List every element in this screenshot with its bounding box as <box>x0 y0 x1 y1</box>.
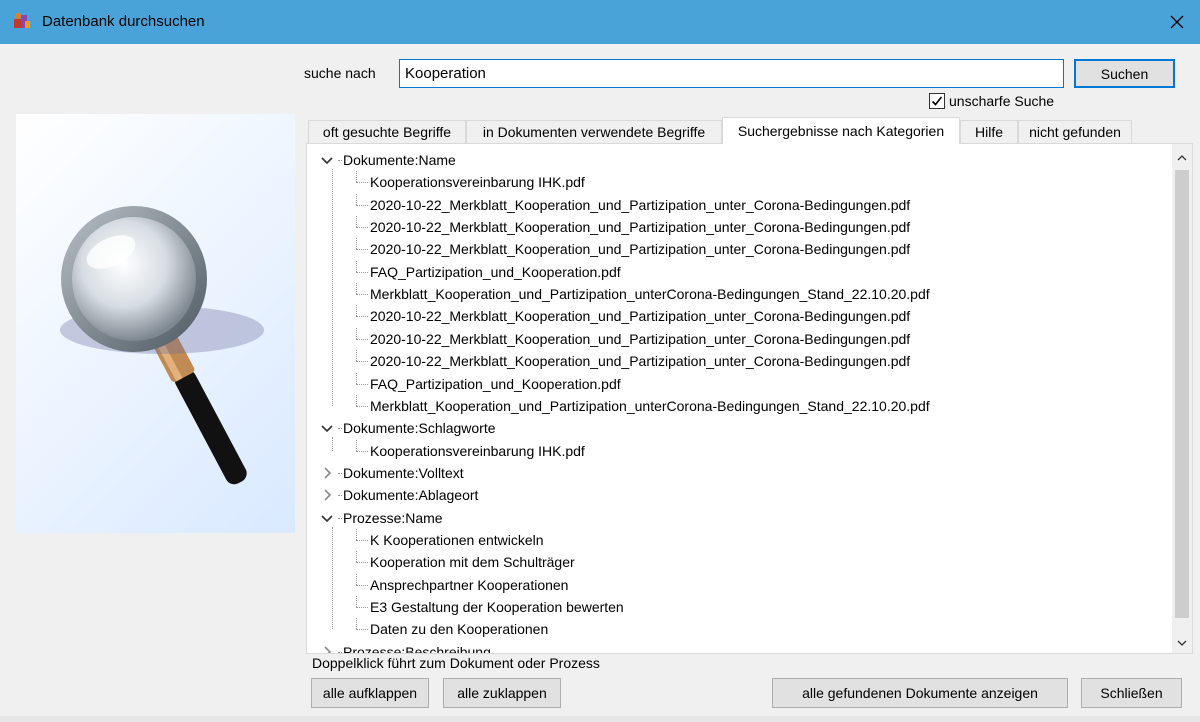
tree-category-label: Dokumente:Ablageort <box>343 487 479 504</box>
tree-result-item[interactable]: FAQ_Partizipation_und_Kooperation.pdf <box>307 372 1167 395</box>
tree-result-label: Kooperation mit dem Schulträger <box>370 554 575 571</box>
tree-category[interactable]: Prozesse:Beschreibung <box>307 641 1167 654</box>
fuzzy-search-label: unscharfe Suche <box>949 93 1055 109</box>
tab-frequent-terms[interactable]: oft gesuchte Begriffe <box>308 120 466 143</box>
title-bar: Datenbank durchsuchen <box>0 0 1200 44</box>
tree-category-label: Dokumente:Schlagworte <box>343 420 496 437</box>
search-label: suche nach <box>304 65 376 81</box>
tree-result-label: Merkblatt_Kooperation_und_Partizipation_… <box>370 286 930 303</box>
tree-category[interactable]: Dokumente:Name <box>307 149 1167 171</box>
tree-result-item[interactable]: 2020-10-22_Merkblatt_Kooperation_und_Par… <box>307 327 1167 350</box>
tab-document-terms[interactable]: in Dokumenten verwendete Begriffe <box>466 120 722 143</box>
app-icon <box>14 13 30 28</box>
tab-help[interactable]: Hilfe <box>960 120 1018 143</box>
scroll-down-button[interactable] <box>1172 633 1192 653</box>
search-illustration-panel <box>16 114 295 533</box>
tree-result-label: FAQ_Partizipation_und_Kooperation.pdf <box>370 375 621 392</box>
chevron-right-icon[interactable] <box>319 644 335 654</box>
tab-results-by-category[interactable]: Suchergebnisse nach Kategorien <box>722 117 960 144</box>
search-input[interactable] <box>399 59 1064 88</box>
tree-result-label: 2020-10-22_Merkblatt_Kooperation_und_Par… <box>370 353 911 370</box>
tree-result-label: E3 Gestaltung der Kooperation bewerten <box>370 599 624 615</box>
tree-result-item[interactable]: Daten zu den Kooperationen <box>307 618 1167 640</box>
double-click-hint: Doppelklick führt zum Dokument oder Proz… <box>312 655 600 671</box>
tree-result-item[interactable]: 2020-10-22_Merkblatt_Kooperation_und_Par… <box>307 305 1167 327</box>
tree-result-label: 2020-10-22_Merkblatt_Kooperation_und_Par… <box>370 241 911 258</box>
tree-result-item[interactable]: 2020-10-22_Merkblatt_Kooperation_und_Par… <box>307 350 1167 372</box>
tree-result-label: 2020-10-22_Merkblatt_Kooperation_und_Par… <box>370 330 911 347</box>
tree-category[interactable]: Prozesse:Name <box>307 507 1167 529</box>
tree-result-item[interactable]: 2020-10-22_Merkblatt_Kooperation_und_Par… <box>307 193 1167 216</box>
tree-category-label: Prozesse:Beschreibung <box>343 643 491 654</box>
tree-result-label: Daten zu den Kooperationen <box>370 621 549 638</box>
chevron-down-icon[interactable] <box>319 510 335 526</box>
tree-category-label: Prozesse:Name <box>343 509 443 526</box>
chevron-right-icon[interactable] <box>319 465 335 481</box>
tree-result-label: Kooperationsvereinbarung IHK.pdf <box>370 442 585 459</box>
tree-result-label: Ansprechpartner Kooperationen <box>370 576 569 593</box>
tree-result-item[interactable]: Merkblatt_Kooperation_und_Partizipation_… <box>307 283 1167 305</box>
tree-result-item[interactable]: 2020-10-22_Merkblatt_Kooperation_und_Par… <box>307 216 1167 238</box>
tree-result-item[interactable]: 2020-10-22_Merkblatt_Kooperation_und_Par… <box>307 238 1167 260</box>
tree-category-label: Dokumente:Name <box>343 152 456 168</box>
tree-result-label: 2020-10-22_Merkblatt_Kooperation_und_Par… <box>370 308 911 325</box>
tree-result-label: 2020-10-22_Merkblatt_Kooperation_und_Par… <box>370 196 911 213</box>
chevron-down-icon[interactable] <box>319 152 335 168</box>
tree-result-label: K Kooperationen entwickeln <box>370 531 544 548</box>
results-tree[interactable]: Dokumente:Name Kooperationsvereinbarung I… <box>306 143 1193 654</box>
tree-result-label: FAQ_Partizipation_und_Kooperation.pdf <box>370 263 621 280</box>
expand-all-button[interactable]: alle aufklappen <box>311 678 429 708</box>
collapse-all-button[interactable]: alle zuklappen <box>443 678 561 708</box>
scroll-up-button[interactable] <box>1172 148 1192 168</box>
chevron-down-icon <box>1177 640 1187 646</box>
tree-result-label: Merkblatt_Kooperation_und_Partizipation_… <box>370 397 930 414</box>
tree-result-item[interactable]: FAQ_Partizipation_und_Kooperation.pdf <box>307 260 1167 283</box>
fuzzy-search-option[interactable]: unscharfe Suche <box>929 93 1054 109</box>
tree-category[interactable]: Dokumente:Ablageort <box>307 484 1167 506</box>
tab-not-found[interactable]: nicht gefunden <box>1018 120 1132 143</box>
show-all-documents-button[interactable]: alle gefundenen Dokumente anzeigen <box>772 678 1068 708</box>
tree-category[interactable]: Dokumente:Volltext <box>307 462 1167 484</box>
tree-result-item[interactable]: Merkblatt_Kooperation_und_Partizipation_… <box>307 394 1167 417</box>
tree-result-item[interactable]: K Kooperationen entwickeln <box>307 528 1167 551</box>
checkmark-icon <box>931 96 943 106</box>
scroll-thumb[interactable] <box>1175 170 1189 618</box>
window-title: Datenbank durchsuchen <box>42 13 205 30</box>
tree-result-item[interactable]: Kooperation mit dem Schulträger <box>307 551 1167 573</box>
tree-result-item[interactable]: Ansprechpartner Kooperationen <box>307 573 1167 596</box>
tree-result-label: Kooperationsvereinbarung IHK.pdf <box>370 174 585 191</box>
fuzzy-search-checkbox[interactable] <box>929 93 945 109</box>
chevron-down-icon[interactable] <box>319 420 335 436</box>
tree-category-label: Dokumente:Volltext <box>343 464 464 481</box>
close-button[interactable]: Schließen <box>1081 678 1182 708</box>
magnifying-glass-icon <box>60 206 264 485</box>
bottom-edge <box>0 716 1200 722</box>
search-button[interactable]: Suchen <box>1074 59 1175 88</box>
close-icon <box>1170 15 1184 29</box>
tree-result-item[interactable]: Kooperationsvereinbarung IHK.pdf <box>307 171 1167 193</box>
tree-result-label: 2020-10-22_Merkblatt_Kooperation_und_Par… <box>370 219 911 236</box>
tree-result-item[interactable]: Kooperationsvereinbarung IHK.pdf <box>307 439 1167 462</box>
tree-result-item[interactable]: E3 Gestaltung der Kooperation bewerten <box>307 596 1167 618</box>
close-window-button[interactable] <box>1154 0 1200 44</box>
chevron-up-icon <box>1177 155 1187 161</box>
chevron-right-icon[interactable] <box>319 487 335 503</box>
tree-category[interactable]: Dokumente:Schlagworte <box>307 417 1167 439</box>
vertical-scrollbar[interactable] <box>1172 144 1192 653</box>
